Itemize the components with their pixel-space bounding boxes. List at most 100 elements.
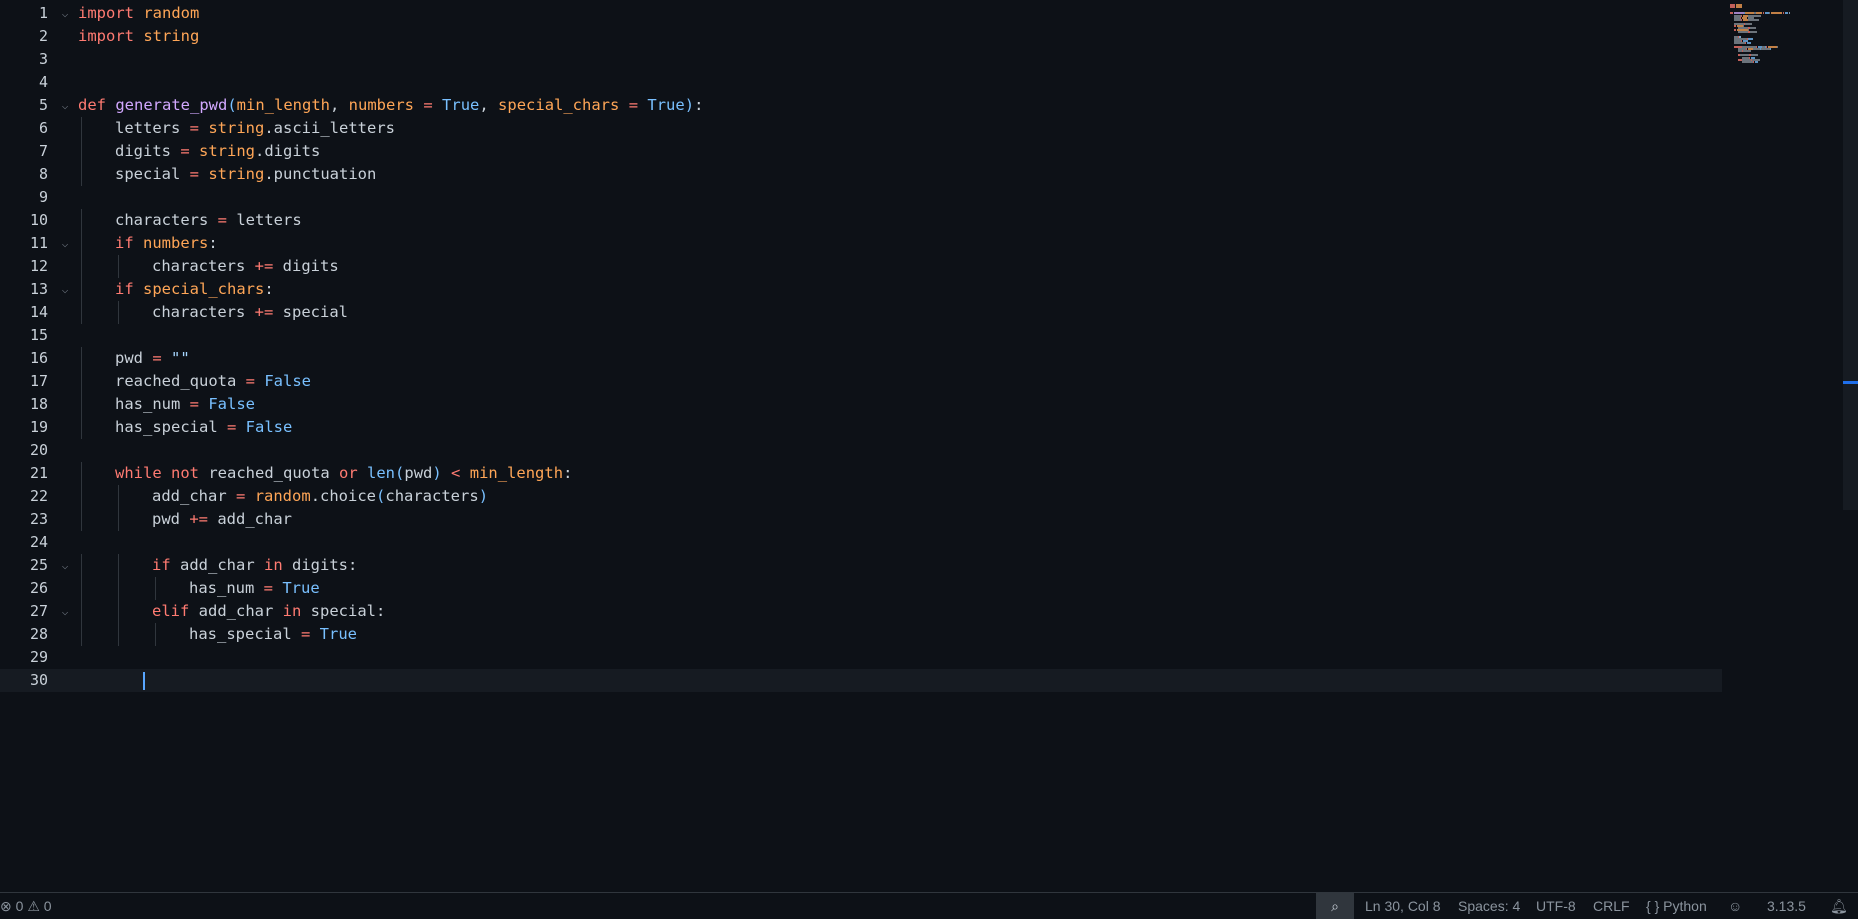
code-token: .punctuation <box>264 165 377 183</box>
code-token: = <box>226 418 237 436</box>
code-line[interactable]: 11 ⌵ if numbers: <box>0 232 1722 255</box>
fold-chevron-icon[interactable]: ⌵ <box>58 2 72 25</box>
fold-chevron-icon[interactable]: ⌵ <box>58 554 72 577</box>
code-token: , <box>479 96 499 114</box>
code-line[interactable]: 4 <box>0 71 1722 94</box>
code-line[interactable]: 24 <box>0 531 1722 554</box>
code-line[interactable]: 27 ⌵ elif add_char in special: <box>0 600 1722 623</box>
indent-guide <box>81 140 82 163</box>
code-line[interactable]: 26 has_num = True <box>0 577 1722 600</box>
indent-guide <box>118 508 119 531</box>
minimap-token <box>1769 48 1771 51</box>
code-token: : <box>264 280 274 298</box>
code-line[interactable]: 22 add_char = random.choice(characters) <box>0 485 1722 508</box>
code-line[interactable]: 21 while not reached_quota or len(pwd) < … <box>0 462 1722 485</box>
code-token: numbers <box>348 96 414 114</box>
line-code: import string <box>78 25 199 48</box>
copilot-icon[interactable]: ☺ <box>1728 893 1742 919</box>
code-token: = <box>217 211 227 229</box>
fold-chevron-icon[interactable]: ⌵ <box>58 278 72 301</box>
code-line[interactable]: 28 has_special = True <box>0 623 1722 646</box>
line-number: 23 <box>29 510 48 528</box>
code-line[interactable]: 3 <box>0 48 1722 71</box>
error-count: 0 <box>15 898 24 914</box>
notifications-bell-icon[interactable]: 🔔︎ <box>1830 893 1848 919</box>
warning-icon: ⚠ <box>27 898 40 914</box>
indent-guide <box>81 600 82 623</box>
encoding-setting[interactable]: UTF-8 <box>1536 893 1576 919</box>
indentation-setting[interactable]: Spaces: 4 <box>1458 893 1520 919</box>
code-token: : <box>563 464 573 482</box>
code-line[interactable]: 7 digits = string.digits <box>0 140 1722 163</box>
fold-chevron-icon[interactable]: ⌵ <box>58 232 72 255</box>
code-line[interactable]: 29 <box>0 646 1722 669</box>
code-token: False <box>245 418 293 436</box>
code-line[interactable]: 2 import string <box>0 25 1722 48</box>
indent-guide <box>81 393 82 416</box>
indent-guide <box>81 163 82 186</box>
code-line[interactable]: 12 characters += digits <box>0 255 1722 278</box>
minimap[interactable] <box>1722 0 1842 892</box>
line-number: 6 <box>38 119 48 137</box>
fold-chevron-icon[interactable]: ⌵ <box>58 94 72 117</box>
indent-guide <box>118 577 119 600</box>
code-line[interactable]: 5 ⌵ def generate_pwd(min_length, numbers =… <box>0 94 1722 117</box>
line-code: characters += digits <box>152 255 339 278</box>
indent-guide <box>81 301 82 324</box>
line-number: 14 <box>29 303 48 321</box>
code-line[interactable]: 9 <box>0 186 1722 209</box>
code-token: in <box>264 556 283 574</box>
cursor-position[interactable]: Ln 30, Col 8 <box>1365 893 1441 919</box>
code-line[interactable]: 14 characters += special <box>0 301 1722 324</box>
code-token: special_chars <box>143 280 265 298</box>
code-line[interactable]: 20 <box>0 439 1722 462</box>
zoom-icon: ⌕ <box>1331 898 1339 914</box>
line-number: 25 <box>29 556 48 574</box>
warning-count: 0 <box>43 898 52 914</box>
code-token: len <box>367 464 396 482</box>
editor-scrollbar[interactable] <box>1843 0 1858 510</box>
code-line[interactable]: 13 ⌵ if special_chars: <box>0 278 1722 301</box>
line-code: if add_char in digits: <box>152 554 357 577</box>
code-line[interactable]: 1 ⌵ import random <box>0 2 1722 25</box>
code-token: = <box>189 165 199 183</box>
python-interpreter[interactable]: 3.13.5 <box>1767 893 1806 919</box>
code-line[interactable]: 19 has_special = False <box>0 416 1722 439</box>
indent-guide <box>81 462 82 485</box>
code-token: if <box>115 234 134 252</box>
language-mode[interactable]: { } Python <box>1646 893 1707 919</box>
line-ending-setting[interactable]: CRLF <box>1593 893 1630 919</box>
line-code: special = string.punctuation <box>115 163 376 186</box>
line-number: 17 <box>29 372 48 390</box>
zoom-button[interactable]: ⌕ <box>1316 893 1354 919</box>
line-number: 22 <box>29 487 48 505</box>
indent-guide <box>81 209 82 232</box>
code-line[interactable]: 18 has_num = False <box>0 393 1722 416</box>
code-line[interactable]: 8 special = string.punctuation <box>0 163 1722 186</box>
code-line[interactable]: 25 ⌵ if add_char in digits: <box>0 554 1722 577</box>
code-token: < <box>451 464 461 482</box>
code-line[interactable]: 16 pwd = "" <box>0 347 1722 370</box>
code-line[interactable]: 17 reached_quota = False <box>0 370 1722 393</box>
code-line[interactable]: 23 pwd += add_char <box>0 508 1722 531</box>
problems-indicator[interactable]: ⊗ 0 ⚠ 0 <box>0 893 52 919</box>
code-line[interactable]: 30 <box>0 669 1722 692</box>
code-line[interactable]: 6 letters = string.ascii_letters <box>0 117 1722 140</box>
minimap-token <box>1770 12 1783 15</box>
minimap-token <box>1734 41 1745 44</box>
code-token: False <box>208 395 256 413</box>
code-token: string <box>199 142 256 160</box>
line-number: 5 <box>38 96 48 114</box>
code-line[interactable]: 15 <box>0 324 1722 347</box>
line-number: 4 <box>38 73 48 91</box>
code-editor[interactable]: 1 ⌵ import random 2 import string 3 4 5 ⌵ def gen… <box>0 0 1858 892</box>
fold-chevron-icon[interactable]: ⌵ <box>58 600 72 623</box>
code-token: special <box>273 303 348 321</box>
scroll-position-indicator <box>1843 381 1858 384</box>
code-token: .ascii_letters <box>264 119 395 137</box>
code-line[interactable]: 10 characters = letters <box>0 209 1722 232</box>
